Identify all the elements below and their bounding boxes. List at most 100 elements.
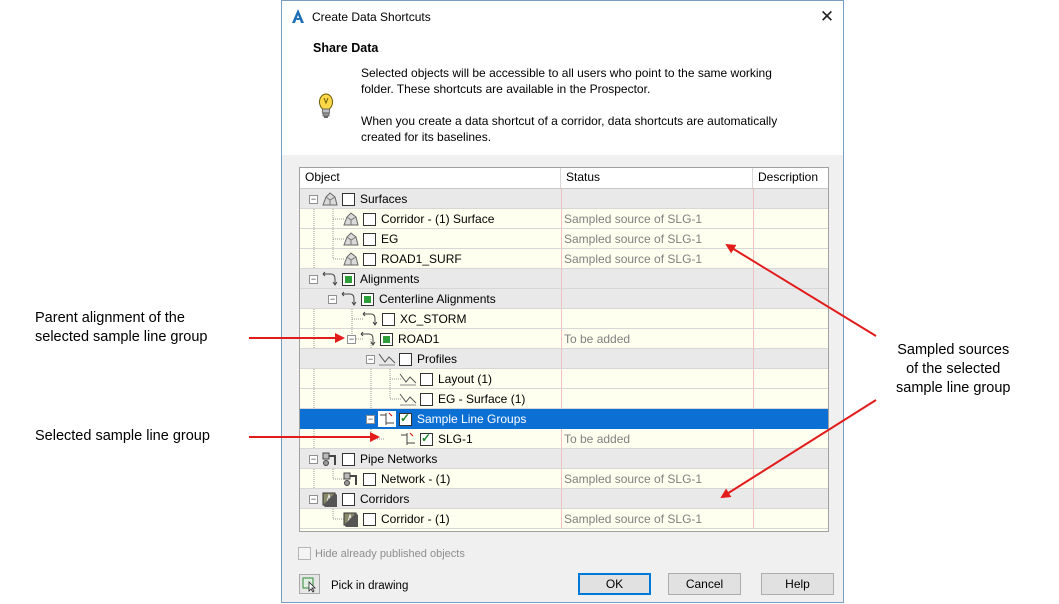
row-label: XC_STORM: [400, 312, 467, 326]
checkbox[interactable]: [342, 272, 355, 286]
callout-line: sample line group: [896, 380, 1011, 396]
callout-line: of the selected: [906, 361, 1001, 377]
row-label: Alignments: [360, 272, 420, 286]
info-paragraph-2: When you create a data shortcut of a cor…: [361, 113, 821, 145]
tree-row-corridor-surface[interactable]: Corridor - (1) Surface Sampled source of…: [300, 209, 828, 229]
tree-row-road1-surf[interactable]: ROAD1_SURF Sampled source of SLG-1: [300, 249, 828, 269]
profile-icon: [399, 373, 417, 386]
section-title: Share Data: [313, 41, 379, 55]
row-label: Surfaces: [360, 192, 408, 206]
callout-selected-group: Selected sample line group: [35, 427, 210, 446]
help-button[interactable]: Help: [761, 573, 834, 595]
checkbox[interactable]: [363, 212, 376, 226]
checkbox[interactable]: [382, 312, 395, 326]
checkbox[interactable]: [420, 372, 433, 386]
checkbox[interactable]: [420, 392, 433, 406]
profile-icon: [399, 393, 417, 406]
checkbox[interactable]: [363, 512, 376, 526]
ok-button[interactable]: OK: [578, 573, 651, 595]
alignment-icon: [362, 311, 378, 326]
callout-parent-alignment: Parent alignment of the selected sample …: [35, 309, 208, 347]
tree-row-surfaces[interactable]: − Surfaces: [300, 189, 828, 209]
tree-row-centerline-alignments[interactable]: − Centerline Alignments: [300, 289, 828, 309]
checkbox[interactable]: [363, 252, 376, 266]
tree-row-network[interactable]: Network - (1) Sampled source of SLG-1: [300, 469, 828, 489]
callout-line: Sampled sources: [897, 342, 1010, 358]
tree-row-layout[interactable]: Layout (1): [300, 369, 828, 389]
cancel-button[interactable]: Cancel: [668, 573, 741, 595]
pick-in-drawing-label: Pick in drawing: [331, 580, 409, 592]
info-line: folder. These shortcuts are available in…: [361, 82, 651, 96]
tree-row-corridors[interactable]: − Corridors: [300, 489, 828, 509]
row-label: Pipe Networks: [360, 452, 438, 466]
corridor-icon: [322, 492, 337, 507]
row-label: Centerline Alignments: [379, 292, 496, 306]
checkbox[interactable]: [380, 332, 393, 346]
row-status: To be added: [564, 332, 631, 346]
row-status: Sampled source of SLG-1: [564, 472, 703, 486]
close-button[interactable]: ✕: [811, 1, 843, 32]
tree-row-corridor[interactable]: Corridor - (1) Sampled source of SLG-1: [300, 509, 828, 529]
checkbox[interactable]: [399, 352, 412, 366]
checkbox[interactable]: [363, 232, 376, 246]
tree-row-xc-storm[interactable]: XC_STORM: [300, 309, 828, 329]
close-icon[interactable]: ✕: [820, 7, 834, 26]
row-status: Sampled source of SLG-1: [564, 212, 703, 226]
corridor-icon: [343, 512, 358, 527]
checkbox[interactable]: [399, 411, 412, 426]
object-tree-grid[interactable]: Object Status Description − Surfaces Cor…: [299, 167, 829, 532]
tree-row-eg[interactable]: EG Sampled source of SLG-1: [300, 229, 828, 249]
collapse-toggle-icon[interactable]: −: [347, 334, 356, 344]
row-status: Sampled source of SLG-1: [564, 512, 703, 526]
checkbox[interactable]: [420, 431, 433, 446]
row-status: Sampled source of SLG-1: [564, 252, 703, 266]
row-label: Sample Line Groups: [417, 412, 527, 426]
checkbox[interactable]: [342, 452, 355, 466]
collapse-toggle-icon[interactable]: −: [309, 454, 318, 464]
pipe-network-icon: [343, 472, 357, 486]
tree-row-slg-1[interactable]: SLG-1 To be added: [300, 429, 828, 449]
checkbox[interactable]: [361, 292, 374, 306]
tree-row-alignments[interactable]: − Alignments: [300, 269, 828, 289]
column-header-row: Object Status Description: [300, 168, 828, 189]
column-description[interactable]: Description: [753, 168, 828, 188]
row-label: ROAD1: [398, 332, 440, 346]
hide-published-checkbox[interactable]: [298, 547, 311, 560]
tree-row-eg-surface[interactable]: EG - Surface (1): [300, 389, 828, 409]
tree-row-pipe-networks[interactable]: − Pipe Networks: [300, 449, 828, 469]
pick-in-drawing-button[interactable]: [299, 574, 320, 594]
dialog-header: Share Data Selected objects will be acce…: [282, 32, 843, 155]
collapse-toggle-icon[interactable]: −: [366, 354, 375, 364]
alignment-icon: [322, 271, 338, 286]
surface-icon: [343, 252, 359, 266]
tree-row-sample-line-groups[interactable]: − Sample Line Groups: [300, 409, 828, 429]
sample-line-group-icon: [401, 432, 415, 445]
checkbox[interactable]: [363, 472, 376, 486]
row-label: ROAD1_SURF: [381, 252, 462, 266]
row-label: EG - Surface (1): [438, 392, 526, 406]
collapse-toggle-icon[interactable]: −: [328, 294, 337, 304]
title-bar: Create Data Shortcuts ✕: [282, 1, 843, 32]
alignment-icon: [341, 291, 357, 306]
collapse-toggle-icon[interactable]: −: [309, 274, 318, 284]
column-status[interactable]: Status: [561, 168, 753, 188]
row-status: Sampled source of SLG-1: [564, 232, 703, 246]
tree-row-road1[interactable]: − ROAD1 To be added: [300, 329, 828, 349]
column-object[interactable]: Object: [300, 168, 561, 188]
info-line: Selected objects will be accessible to a…: [361, 66, 772, 80]
hide-published-option[interactable]: Hide already published objects: [298, 547, 465, 560]
callout-line: Selected sample line group: [35, 428, 210, 444]
info-line: created for its baselines.: [361, 130, 492, 144]
lightbulb-icon: [319, 93, 333, 118]
checkbox[interactable]: [342, 492, 355, 506]
tree-row-profiles[interactable]: − Profiles: [300, 349, 828, 369]
alignment-icon: [360, 331, 376, 346]
row-label: Network - (1): [381, 472, 451, 486]
collapse-toggle-icon[interactable]: −: [366, 414, 375, 424]
info-paragraph-1: Selected objects will be accessible to a…: [361, 65, 821, 97]
row-label: Profiles: [417, 352, 458, 366]
collapse-toggle-icon[interactable]: −: [309, 494, 318, 504]
collapse-toggle-icon[interactable]: −: [309, 194, 318, 204]
checkbox[interactable]: [342, 192, 355, 206]
row-label: SLG-1: [438, 432, 473, 446]
